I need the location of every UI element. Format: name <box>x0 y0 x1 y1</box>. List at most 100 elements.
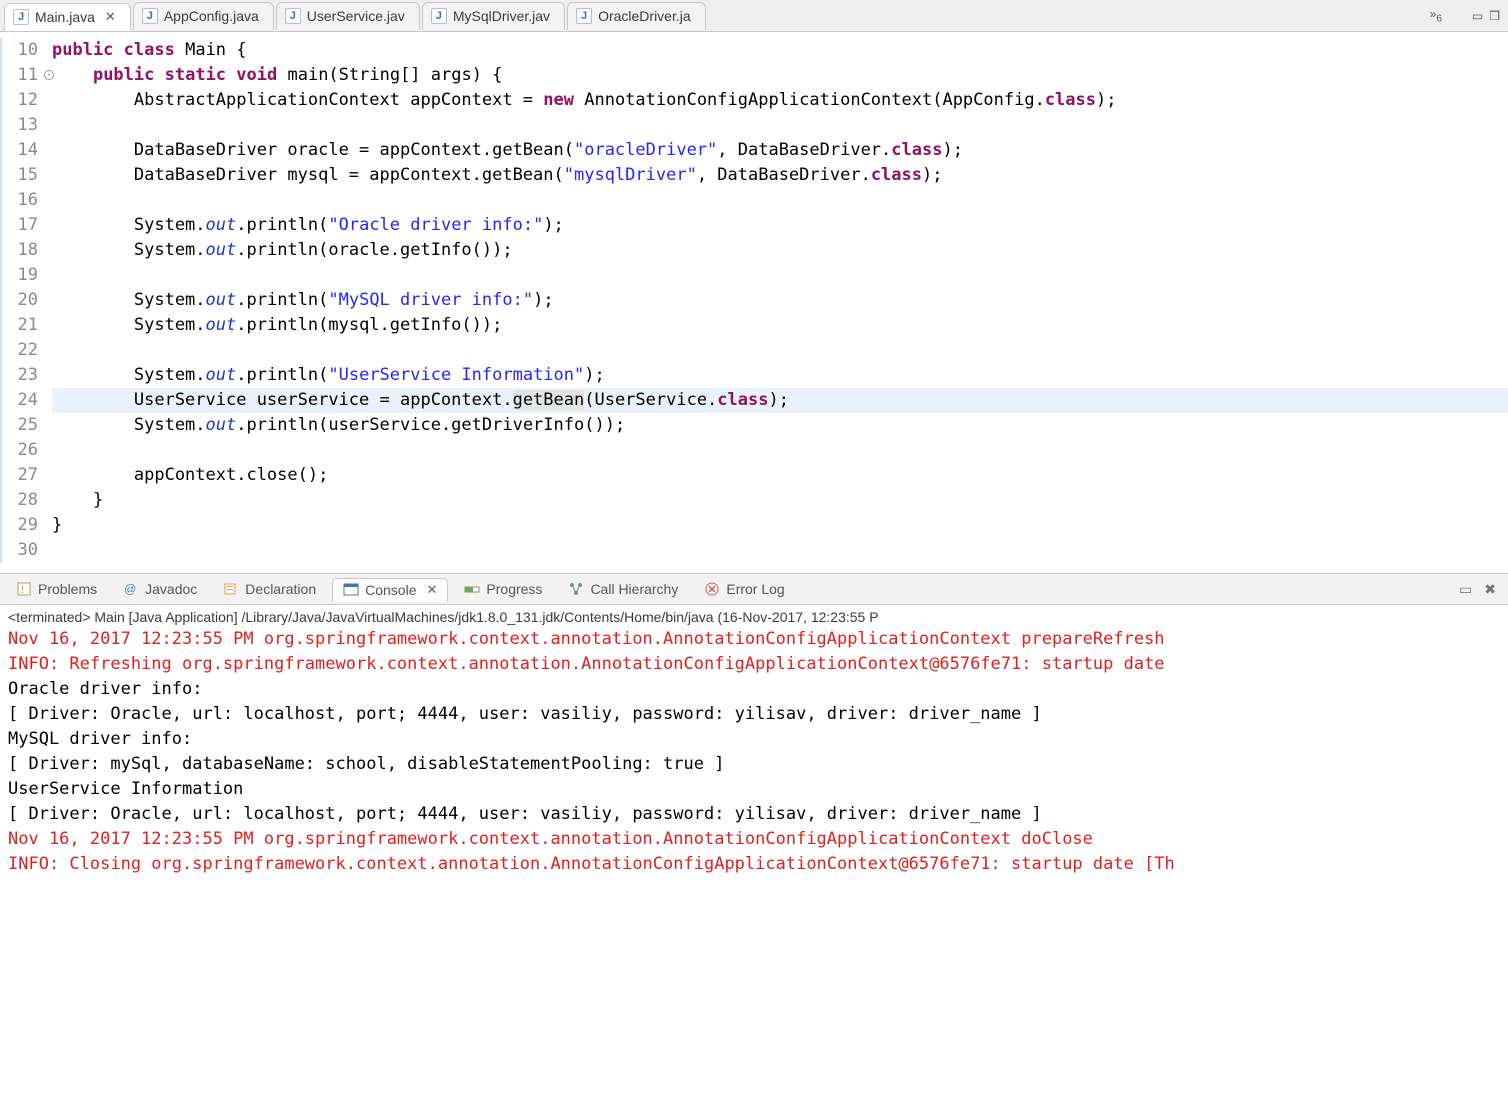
close-icon[interactable]: ✕ <box>105 9 116 25</box>
minimize-icon[interactable]: ▭ <box>1472 9 1483 23</box>
code-line[interactable] <box>52 188 1508 213</box>
line-number: 15 <box>0 163 38 188</box>
console-launch-info: <terminated> Main [Java Application] /Li… <box>0 605 1508 627</box>
tab-label: Javadoc <box>145 581 197 597</box>
line-number: 28 <box>0 488 38 513</box>
tab-label: Console <box>365 582 416 598</box>
tab-label: Main.java <box>35 9 95 25</box>
tab-console[interactable]: Console ✕ <box>332 578 448 602</box>
close-icon[interactable]: ✕ <box>427 582 438 598</box>
code-line[interactable] <box>52 113 1508 138</box>
tab-userservice-java[interactable]: J UserService.jav <box>276 2 420 30</box>
java-file-icon: J <box>13 9 29 25</box>
code-line[interactable]: UserService userService = appContext.get… <box>52 388 1508 413</box>
code-line[interactable]: } <box>52 513 1508 538</box>
line-number: 17 <box>0 213 38 238</box>
code-line[interactable]: DataBaseDriver mysql = appContext.getBea… <box>52 163 1508 188</box>
fold-toggle-icon[interactable]: - <box>44 70 54 80</box>
console-line: MySQL driver info: <box>8 727 1500 752</box>
code-line[interactable]: AbstractApplicationContext appContext = … <box>52 88 1508 113</box>
line-number: 29 <box>0 513 38 538</box>
tab-label: Progress <box>486 581 542 597</box>
line-number: 21 <box>0 313 38 338</box>
javadoc-icon: @ <box>123 581 139 597</box>
progress-icon <box>464 581 480 597</box>
code-line[interactable]: System.out.println("Oracle driver info:"… <box>52 213 1508 238</box>
declaration-icon <box>223 581 239 597</box>
console-line: Nov 16, 2017 12:23:55 PM org.springframe… <box>8 827 1500 852</box>
line-number: 27 <box>0 463 38 488</box>
tab-problems[interactable]: ! Problems <box>6 578 107 600</box>
error-log-icon <box>704 581 720 597</box>
code-line[interactable]: System.out.println(mysql.getInfo()); <box>52 313 1508 338</box>
tab-javadoc[interactable]: @ Javadoc <box>113 578 207 600</box>
tab-label: Problems <box>38 581 97 597</box>
tab-declaration[interactable]: Declaration <box>213 578 326 600</box>
line-number: 19 <box>0 263 38 288</box>
code-line[interactable] <box>52 338 1508 363</box>
java-file-icon: J <box>142 8 158 24</box>
pin-console-icon[interactable]: ▭ <box>1459 581 1472 598</box>
code-line[interactable]: DataBaseDriver oracle = appContext.getBe… <box>52 138 1508 163</box>
tab-label: UserService.jav <box>307 8 405 24</box>
line-number: 20 <box>0 288 38 313</box>
tab-mysqldriver-java[interactable]: J MySqlDriver.jav <box>422 2 565 30</box>
code-line[interactable]: System.out.println(oracle.getInfo()); <box>52 238 1508 263</box>
code-line[interactable]: public class Main { <box>52 38 1508 63</box>
console-output[interactable]: Nov 16, 2017 12:23:55 PM org.springframe… <box>0 627 1508 885</box>
console-line: INFO: Closing org.springframework.contex… <box>8 852 1500 877</box>
code-line[interactable]: public static void main(String[] args) { <box>52 63 1508 88</box>
tab-label: AppConfig.java <box>164 8 259 24</box>
line-number: 26 <box>0 438 38 463</box>
line-number: 18 <box>0 238 38 263</box>
line-number: 14 <box>0 138 38 163</box>
line-number: 23 <box>0 363 38 388</box>
line-number: 24 <box>0 388 38 413</box>
problems-icon: ! <box>16 581 32 597</box>
bottom-tab-bar: ! Problems @ Javadoc Declaration Console… <box>0 573 1508 605</box>
code-area[interactable]: public class Main { public static void m… <box>52 38 1508 563</box>
line-number: 13 <box>0 113 38 138</box>
tab-label: Call Hierarchy <box>590 581 678 597</box>
tab-call-hierarchy[interactable]: Call Hierarchy <box>558 578 688 600</box>
line-number: 10 <box>0 38 38 63</box>
tab-label: Declaration <box>245 581 316 597</box>
java-file-icon: J <box>576 8 592 24</box>
java-file-icon: J <box>285 8 301 24</box>
console-line: INFO: Refreshing org.springframework.con… <box>8 652 1500 677</box>
tab-label: OracleDriver.ja <box>598 8 691 24</box>
line-number: 12 <box>0 88 38 113</box>
console-line: Oracle driver info: <box>8 677 1500 702</box>
console-line: [ Driver: Oracle, url: localhost, port; … <box>8 702 1500 727</box>
code-line[interactable]: } <box>52 488 1508 513</box>
tab-appconfig-java[interactable]: J AppConfig.java <box>133 2 274 30</box>
java-file-icon: J <box>431 8 447 24</box>
line-number-gutter: 1011-12131415161718192021222324252627282… <box>0 38 52 563</box>
svg-text:@: @ <box>124 582 136 596</box>
code-line[interactable] <box>52 263 1508 288</box>
code-line[interactable]: appContext.close(); <box>52 463 1508 488</box>
svg-text:!: ! <box>21 584 24 596</box>
tab-overflow-button[interactable]: »6 <box>1430 7 1442 24</box>
code-line[interactable]: System.out.println("UserService Informat… <box>52 363 1508 388</box>
line-number: 30 <box>0 538 38 563</box>
code-line[interactable]: System.out.println(userService.getDriver… <box>52 413 1508 438</box>
tab-progress[interactable]: Progress <box>454 578 552 600</box>
tab-error-log[interactable]: Error Log <box>694 578 794 600</box>
code-editor[interactable]: 1011-12131415161718192021222324252627282… <box>0 32 1508 573</box>
code-line[interactable] <box>52 538 1508 563</box>
line-number: 25 <box>0 413 38 438</box>
code-line[interactable] <box>52 438 1508 463</box>
tab-main-java[interactable]: J Main.java ✕ <box>4 3 131 31</box>
code-line[interactable]: System.out.println("MySQL driver info:")… <box>52 288 1508 313</box>
console-line: Nov 16, 2017 12:23:55 PM org.springframe… <box>8 627 1500 652</box>
close-view-icon[interactable]: ✖ <box>1484 581 1496 598</box>
tab-label: MySqlDriver.jav <box>453 8 550 24</box>
console-line: [ Driver: mySql, databaseName: school, d… <box>8 752 1500 777</box>
line-number: 16 <box>0 188 38 213</box>
console-line: [ Driver: Oracle, url: localhost, port; … <box>8 802 1500 827</box>
maximize-icon[interactable]: ❐ <box>1489 9 1500 23</box>
editor-tab-bar: J Main.java ✕ J AppConfig.java J UserSer… <box>0 0 1508 32</box>
line-number: 11- <box>0 63 38 88</box>
tab-oracledriver-java[interactable]: J OracleDriver.ja <box>567 2 706 30</box>
